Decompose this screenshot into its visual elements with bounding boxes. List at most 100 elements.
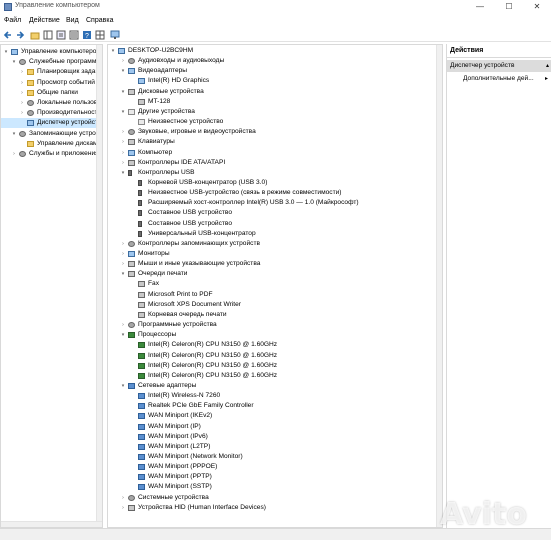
device_tree-row[interactable]: WAN Miniport (Network Monitor) [108, 452, 442, 462]
device_tree-row[interactable]: Intel(R) Wireless-N 7260 [108, 391, 442, 401]
device_tree-row[interactable]: Intel(R) Celeron(R) CPU N3150 @ 1.60GHz [108, 351, 442, 361]
submenu-arrow-icon[interactable]: ▸ [545, 75, 548, 82]
expand-arrow-icon[interactable]: › [120, 503, 126, 513]
expand-arrow-icon[interactable]: › [120, 320, 126, 330]
list-icon[interactable] [69, 30, 79, 40]
left_tree-row[interactable]: ▾ Управление компьютером (л [1, 47, 102, 57]
expand-arrow-icon[interactable]: › [120, 137, 126, 147]
device_tree-row[interactable]: › Системные устройства [108, 493, 442, 503]
device_tree-row[interactable]: Составное USB устройство [108, 219, 442, 229]
expand-arrow-icon[interactable]: › [120, 148, 126, 158]
main-vertical-scrollbar[interactable] [436, 45, 442, 527]
device_tree-row[interactable]: Корневая очередь печати [108, 310, 442, 320]
left_tree-row[interactable]: Диспетчер устройств [1, 118, 102, 129]
collapse-arrow-icon[interactable]: ▴ [546, 60, 549, 72]
left-vertical-scrollbar[interactable] [96, 45, 102, 527]
expand-arrow-icon[interactable]: › [120, 493, 126, 503]
collapse-arrow-icon[interactable]: ▾ [120, 330, 126, 340]
device_tree-row[interactable]: Универсальный USB-концентратор [108, 229, 442, 239]
left_tree-row[interactable]: › Планировщик заданий [1, 67, 102, 77]
device_tree-row[interactable]: WAN Miniport (IP) [108, 422, 442, 432]
collapse-arrow-icon[interactable]: ▾ [120, 381, 126, 391]
collapse-arrow-icon[interactable]: ▾ [120, 107, 126, 117]
device_tree-row[interactable]: Microsoft XPS Document Writer [108, 300, 442, 310]
expand-arrow-icon[interactable]: › [120, 259, 126, 269]
left_tree-row[interactable]: › Локальные пользовате [1, 98, 102, 108]
menu-view[interactable]: Вид [66, 17, 79, 24]
up-folder-icon[interactable] [30, 30, 40, 40]
device_tree-row[interactable]: WAN Miniport (PPPOE) [108, 462, 442, 472]
device_tree-row[interactable]: › Аудиовходы и аудиовыходы [108, 56, 442, 66]
device_tree-row[interactable]: Неизвестное USB-устройство (связь в режи… [108, 188, 442, 198]
back-icon[interactable] [3, 30, 13, 40]
expand-arrow-icon[interactable]: › [19, 98, 25, 108]
expand-arrow-icon[interactable]: › [19, 108, 25, 118]
device_tree-row[interactable]: › Устройства HID (Human Interface Devices… [108, 503, 442, 513]
expand-arrow-icon[interactable]: › [19, 88, 25, 98]
device_tree-row[interactable]: Неизвестное устройство [108, 117, 442, 127]
collapse-arrow-icon[interactable]: ▾ [11, 57, 17, 67]
device_tree-row[interactable]: ▾ Видеоадаптеры [108, 66, 442, 76]
properties-icon[interactable] [56, 30, 66, 40]
expand-arrow-icon[interactable]: › [120, 249, 126, 259]
collapse-arrow-icon[interactable]: ▾ [110, 46, 116, 56]
device_tree-row[interactable]: Расширяемый хост-контроллер Intel(R) USB… [108, 198, 442, 208]
menu-help[interactable]: Справка [86, 17, 113, 24]
device_tree-row[interactable]: › Контроллеры запоминающих устройств [108, 239, 442, 249]
grid-view-icon[interactable] [95, 30, 105, 40]
device_tree-row[interactable]: Intel(R) Celeron(R) CPU N3150 @ 1.60GHz [108, 361, 442, 371]
collapse-arrow-icon[interactable]: ▾ [120, 168, 126, 178]
left_tree-row[interactable]: ▾ Служебные программы [1, 57, 102, 67]
collapse-arrow-icon[interactable]: ▾ [11, 129, 17, 139]
device_tree-row[interactable]: › Программные устройства [108, 320, 442, 330]
menu-action[interactable]: Действие [29, 17, 60, 24]
device_tree-row[interactable]: Intel(R) Celeron(R) CPU N3150 @ 1.60GHz [108, 340, 442, 350]
device_tree-row[interactable]: ▾ Контроллеры USB [108, 168, 442, 178]
device_tree-row[interactable]: › Мониторы [108, 249, 442, 259]
collapse-arrow-icon[interactable]: ▾ [120, 87, 126, 97]
left_tree-row[interactable]: › Просмотр событий [1, 78, 102, 88]
device_tree-row[interactable]: ▾ DESKTOP-U2BC9HM [108, 46, 442, 56]
device_tree-row[interactable]: Корневой USB-концентратор (USB 3.0) [108, 178, 442, 188]
close-button[interactable]: ✕ [523, 0, 551, 14]
device_tree-row[interactable]: WAN Miniport (PPTP) [108, 472, 442, 482]
device_tree-row[interactable]: WAN Miniport (IKEv2) [108, 411, 442, 421]
device_tree-row[interactable]: Составное USB устройство [108, 208, 442, 218]
device_tree-row[interactable]: ▾ Другие устройства [108, 107, 442, 117]
maximize-button[interactable]: ☐ [495, 0, 523, 14]
monitor-icon[interactable] [110, 30, 120, 40]
expand-arrow-icon[interactable]: › [120, 127, 126, 137]
help-icon[interactable]: ? [82, 30, 92, 40]
left_tree-row[interactable]: › Службы и приложения [1, 149, 102, 159]
device_tree-row[interactable]: WAN Miniport (SSTP) [108, 482, 442, 492]
expand-arrow-icon[interactable]: › [120, 239, 126, 249]
menu-file[interactable]: Файл [4, 17, 21, 24]
expand-arrow-icon[interactable]: › [120, 56, 126, 66]
collapse-arrow-icon[interactable]: ▾ [120, 269, 126, 279]
device_tree-row[interactable]: Microsoft Print to PDF [108, 290, 442, 300]
device_tree-row[interactable]: WAN Miniport (IPv6) [108, 432, 442, 442]
device_tree-row[interactable]: › Компьютер [108, 148, 442, 158]
device_tree-row[interactable]: › Клавиатуры [108, 137, 442, 147]
device_tree-row[interactable]: ▾ Сетевые адаптеры [108, 381, 442, 391]
left-horizontal-scrollbar[interactable] [1, 521, 102, 527]
device_tree-row[interactable]: › Контроллеры IDE ATA/ATAPI [108, 158, 442, 168]
more-actions-item[interactable]: Дополнительные дей... [463, 75, 534, 82]
device_tree-row[interactable]: ▾ Очереди печати [108, 269, 442, 279]
device_tree-row[interactable]: › Звуковые, игровые и видеоустройства [108, 127, 442, 137]
actions-section-device-manager[interactable]: Диспетчер устройств ▴ [447, 60, 551, 72]
device_tree-row[interactable]: Intel(R) HD Graphics [108, 76, 442, 86]
collapse-arrow-icon[interactable]: ▾ [3, 47, 9, 57]
device_tree-row[interactable]: Intel(R) Celeron(R) CPU N3150 @ 1.60GHz [108, 371, 442, 381]
collapse-arrow-icon[interactable]: ▾ [120, 66, 126, 76]
device_tree-row[interactable]: ▾ Дисковые устройства [108, 87, 442, 97]
expand-arrow-icon[interactable]: › [19, 67, 25, 77]
device_tree-row[interactable]: Fax [108, 279, 442, 289]
device_tree-row[interactable]: Realtek PCIe GbE Family Controller [108, 401, 442, 411]
minimize-button[interactable]: — [466, 0, 494, 14]
show-hide-tree-icon[interactable] [43, 30, 53, 40]
left_tree-row[interactable]: › Производительность [1, 108, 102, 118]
left_tree-row[interactable]: ▾ Запоминающие устройств [1, 129, 102, 139]
expand-arrow-icon[interactable]: › [19, 78, 25, 88]
device_tree-row[interactable]: ▾ Процессоры [108, 330, 442, 340]
